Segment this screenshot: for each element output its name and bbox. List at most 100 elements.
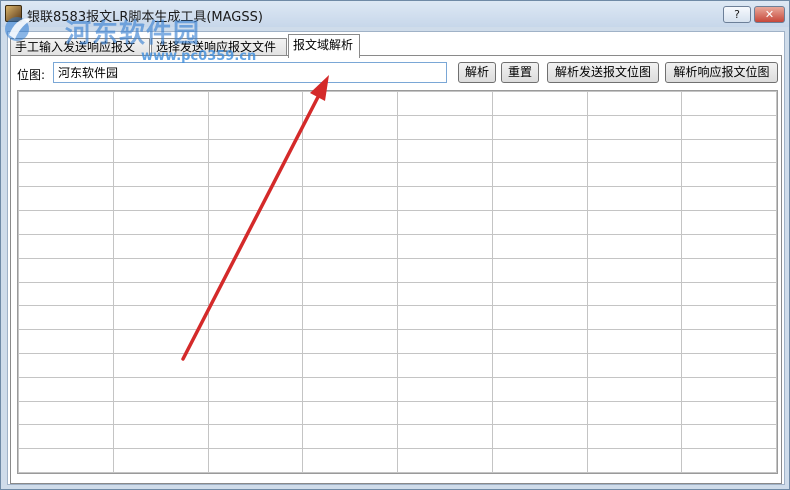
grid-cell[interactable] (681, 186, 777, 212)
grid-cell[interactable] (207, 210, 304, 235)
grid-cell[interactable] (397, 257, 493, 283)
grid-cell[interactable] (207, 352, 304, 378)
grid-cell[interactable] (586, 162, 683, 188)
grid-cell[interactable] (586, 210, 683, 235)
grid-cell[interactable] (18, 400, 114, 426)
grid-cell[interactable] (586, 329, 683, 354)
grid-cell[interactable] (112, 257, 209, 283)
grid-cell[interactable] (18, 329, 114, 354)
grid-cell[interactable] (681, 424, 777, 450)
grid-cell[interactable] (586, 233, 683, 259)
grid-cell[interactable] (302, 305, 398, 331)
grid-cell[interactable] (112, 281, 209, 307)
grid-cell[interactable] (207, 400, 304, 426)
grid-cell[interactable] (491, 424, 588, 450)
grid-cell[interactable] (207, 162, 304, 188)
grid-cell[interactable] (302, 448, 398, 473)
grid-cell[interactable] (397, 281, 493, 307)
grid-cell[interactable] (491, 91, 588, 116)
grid-cell[interactable] (18, 233, 114, 259)
grid-cell[interactable] (681, 138, 777, 164)
grid-cell[interactable] (18, 138, 114, 164)
grid-cell[interactable] (18, 186, 114, 212)
grid-cell[interactable] (18, 352, 114, 378)
grid-cell[interactable] (112, 352, 209, 378)
grid-cell[interactable] (491, 233, 588, 259)
grid-cell[interactable] (112, 448, 209, 473)
grid-cell[interactable] (681, 210, 777, 235)
tab-field-parse[interactable]: 报文域解析 (288, 34, 360, 58)
grid-cell[interactable] (397, 376, 493, 402)
grid-cell[interactable] (491, 400, 588, 426)
grid-cell[interactable] (397, 424, 493, 450)
grid-cell[interactable] (397, 448, 493, 473)
grid-cell[interactable] (397, 91, 493, 116)
grid-cell[interactable] (681, 114, 777, 140)
grid-cell[interactable] (207, 281, 304, 307)
grid-cell[interactable] (586, 448, 683, 473)
grid-cell[interactable] (586, 281, 683, 307)
help-button[interactable]: ? (723, 6, 751, 23)
grid-cell[interactable] (397, 210, 493, 235)
grid-cell[interactable] (18, 210, 114, 235)
parse-send-bitmap-button[interactable]: 解析发送报文位图 (547, 62, 659, 83)
grid-cell[interactable] (397, 138, 493, 164)
grid-cell[interactable] (207, 305, 304, 331)
grid-cell[interactable] (302, 233, 398, 259)
grid-cell[interactable] (112, 210, 209, 235)
grid-cell[interactable] (397, 233, 493, 259)
grid-cell[interactable] (207, 138, 304, 164)
grid-cell[interactable] (112, 138, 209, 164)
grid-cell[interactable] (586, 186, 683, 212)
grid-cell[interactable] (207, 329, 304, 354)
grid-cell[interactable] (207, 186, 304, 212)
grid-cell[interactable] (681, 257, 777, 283)
reset-button[interactable]: 重置 (501, 62, 539, 83)
grid-cell[interactable] (491, 448, 588, 473)
grid-cell[interactable] (491, 186, 588, 212)
grid-cell[interactable] (302, 114, 398, 140)
grid-cell[interactable] (207, 257, 304, 283)
grid-cell[interactable] (18, 257, 114, 283)
grid-cell[interactable] (18, 114, 114, 140)
grid-cell[interactable] (681, 329, 777, 354)
grid-cell[interactable] (302, 138, 398, 164)
bitmap-input[interactable] (53, 62, 447, 83)
grid-cell[interactable] (491, 305, 588, 331)
grid-cell[interactable] (112, 186, 209, 212)
parse-button[interactable]: 解析 (458, 62, 496, 83)
grid-cell[interactable] (586, 424, 683, 450)
grid-cell[interactable] (491, 257, 588, 283)
grid-cell[interactable] (397, 162, 493, 188)
grid-cell[interactable] (302, 91, 398, 116)
grid-cell[interactable] (302, 400, 398, 426)
grid-cell[interactable] (207, 424, 304, 450)
grid-cell[interactable] (207, 91, 304, 116)
grid-cell[interactable] (18, 162, 114, 188)
grid-cell[interactable] (18, 424, 114, 450)
grid-cell[interactable] (18, 91, 114, 116)
grid-cell[interactable] (18, 448, 114, 473)
grid-cell[interactable] (397, 400, 493, 426)
grid-cell[interactable] (302, 329, 398, 354)
grid-cell[interactable] (112, 162, 209, 188)
grid-cell[interactable] (586, 400, 683, 426)
grid-cell[interactable] (112, 376, 209, 402)
grid-cell[interactable] (302, 352, 398, 378)
grid-cell[interactable] (302, 281, 398, 307)
grid-cell[interactable] (18, 305, 114, 331)
grid-cell[interactable] (112, 400, 209, 426)
close-button[interactable]: ✕ (754, 6, 785, 23)
grid-cell[interactable] (491, 210, 588, 235)
grid-cell[interactable] (586, 114, 683, 140)
grid-cell[interactable] (586, 91, 683, 116)
grid-cell[interactable] (586, 257, 683, 283)
grid-cell[interactable] (18, 376, 114, 402)
grid-cell[interactable] (681, 281, 777, 307)
grid-cell[interactable] (397, 114, 493, 140)
grid-cell[interactable] (681, 233, 777, 259)
grid-cell[interactable] (112, 114, 209, 140)
grid-cell[interactable] (681, 400, 777, 426)
grid-cell[interactable] (491, 281, 588, 307)
grid-cell[interactable] (112, 329, 209, 354)
